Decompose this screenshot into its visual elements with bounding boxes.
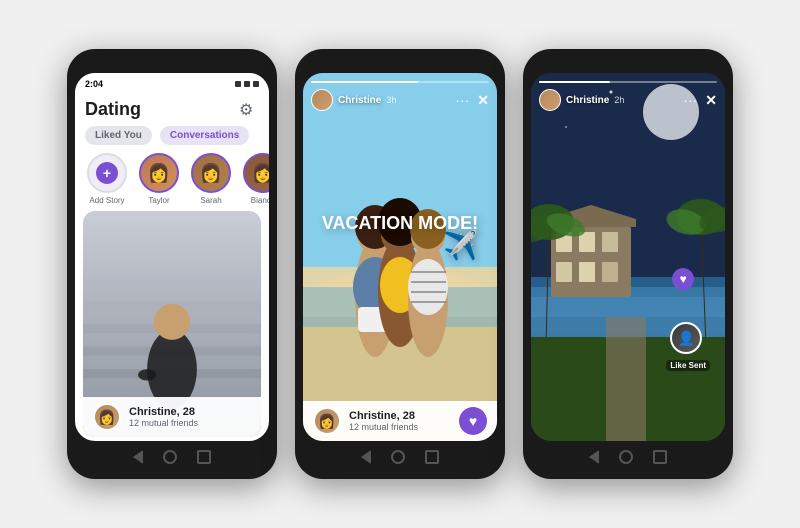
story-taylor[interactable]: 👩 Taylor <box>137 153 181 205</box>
close-story-icon[interactable]: ✕ <box>477 92 489 109</box>
home-button-1[interactable] <box>163 450 177 464</box>
status-time-1: 2:04 <box>85 79 103 89</box>
tab-liked-you[interactable]: Liked You <box>85 126 152 145</box>
sarah-label: Sarah <box>200 196 221 205</box>
story-action-buttons: ··· ✕ <box>455 92 489 109</box>
signal-icon <box>235 81 241 87</box>
story-action-buttons-3: ··· ✕ <box>683 92 717 109</box>
phone-notch-1 <box>142 55 202 73</box>
more-options-icon-3[interactable]: ··· <box>683 92 697 108</box>
status-icons-1 <box>235 81 259 87</box>
sarah-face: 👩 <box>193 155 229 191</box>
story-header-3: Christine 2h ··· ✕ <box>539 81 717 111</box>
story-user-row-3: Christine 2h ··· ✕ <box>539 89 717 111</box>
back-button-2[interactable] <box>361 450 371 464</box>
story-username-2: Christine <box>338 95 381 106</box>
card-profile-avatar: 👩 <box>93 403 121 431</box>
story-user-row: Christine 3h ··· ✕ <box>311 89 489 111</box>
recents-button-1[interactable] <box>197 450 211 464</box>
dating-header: Dating ⚙ <box>75 95 269 124</box>
story-add[interactable]: + Add Story <box>85 153 129 205</box>
phone-screen-2: Christine 3h ··· ✕ VACATION MODE! ✈️ 👩 C… <box>303 73 497 441</box>
story-time-2: 3h <box>386 95 396 105</box>
phone-notch-2 <box>370 55 430 73</box>
story-sarah[interactable]: 👩 Sarah <box>189 153 233 205</box>
story-user-avatar <box>311 89 333 111</box>
card-person-name: Christine, 28 <box>129 406 198 418</box>
dating-title: Dating <box>85 99 141 120</box>
story-card-sub: 12 mutual friends <box>349 422 418 432</box>
home-button-3[interactable] <box>619 450 633 464</box>
story-progress-bar-3 <box>539 81 717 83</box>
phone-3: Christine 2h ··· ✕ 👤 ♥ Like Sent <box>523 49 733 479</box>
phone-nav-2 <box>303 443 497 471</box>
stories-row: + Add Story 👩 Taylor 👩 Sarah 👩 <box>75 147 269 211</box>
card-mutual-friends: 12 mutual friends <box>129 418 198 428</box>
story-header-2: Christine 3h ··· ✕ <box>311 81 489 111</box>
card-text-info: Christine, 28 12 mutual friends <box>129 406 198 428</box>
story-card-name: Christine, 28 <box>349 410 418 422</box>
story-user-info: Christine 3h <box>311 89 396 111</box>
story-progress-bar <box>311 81 489 83</box>
phone-screen-1: 2:04 Dating ⚙ Liked You Conversations <box>75 73 269 441</box>
tab-conversations[interactable]: Conversations <box>160 126 249 145</box>
add-story-label: Add Story <box>89 196 124 205</box>
recents-button-2[interactable] <box>425 450 439 464</box>
story-user-info-3: Christine 2h <box>539 89 624 111</box>
close-story-icon-3[interactable]: ✕ <box>705 92 717 109</box>
taylor-label: Taylor <box>148 196 169 205</box>
back-button-3[interactable] <box>589 450 599 464</box>
story-progress-fill-3 <box>539 81 610 83</box>
bianca-face: 👩 <box>245 155 269 191</box>
story-progress-fill <box>311 81 418 83</box>
phone-2: Christine 3h ··· ✕ VACATION MODE! ✈️ 👩 C… <box>295 49 505 479</box>
plane-emoji: ✈️ <box>322 229 478 262</box>
sarah-avatar: 👩 <box>191 153 231 193</box>
settings-icon[interactable]: ⚙ <box>239 100 259 120</box>
story-card-text: Christine, 28 12 mutual friends <box>349 410 418 432</box>
wifi-icon <box>244 81 250 87</box>
status-bar-1: 2:04 <box>75 73 269 95</box>
like-heart-button[interactable]: ♥ <box>459 407 487 435</box>
story-bottom-bar: 👩 Christine, 28 12 mutual friends ♥ <box>303 401 497 441</box>
card-info-bar: 👩 Christine, 28 12 mutual friends <box>83 397 261 437</box>
bianca-avatar: 👩 <box>243 153 269 193</box>
story-username-3: Christine <box>566 95 609 106</box>
taylor-face: 👩 <box>141 155 177 191</box>
like-sender-avatar: 👤 <box>670 322 702 354</box>
story-person-info: 👩 Christine, 28 12 mutual friends <box>313 407 418 435</box>
phone-1: 2:04 Dating ⚙ Liked You Conversations <box>67 49 277 479</box>
back-button-1[interactable] <box>133 450 143 464</box>
like-sent-label: Like Sent <box>666 360 710 371</box>
taylor-avatar: 👩 <box>139 153 179 193</box>
bianca-label: Bianca <box>251 196 269 205</box>
profile-card[interactable]: 👩 Christine, 28 12 mutual friends <box>83 211 261 437</box>
add-plus-icon: + <box>96 162 118 184</box>
add-story-avatar: + <box>87 153 127 193</box>
story-time-3: 2h <box>614 95 624 105</box>
home-button-2[interactable] <box>391 450 405 464</box>
phone-nav-3 <box>531 443 725 471</box>
recents-button-3[interactable] <box>653 450 667 464</box>
like-sent-badge: 👤 ♥ Like Sent <box>666 322 710 371</box>
story-bianca[interactable]: 👩 Bianca <box>241 153 269 205</box>
story-user-avatar-3 <box>539 89 561 111</box>
phone-screen-3: Christine 2h ··· ✕ 👤 ♥ Like Sent <box>531 73 725 441</box>
resort-scene <box>531 73 725 441</box>
like-avatar-container: 👤 ♥ <box>670 322 706 358</box>
story-card-avatar: 👩 <box>313 407 341 435</box>
story-overlay-text: VACATION MODE! ✈️ <box>322 213 478 262</box>
battery-icon <box>253 81 259 87</box>
phone-notch-3 <box>598 55 658 73</box>
phone-nav-1 <box>75 443 269 471</box>
tab-bar: Liked You Conversations <box>75 124 269 147</box>
more-options-icon[interactable]: ··· <box>455 92 469 108</box>
